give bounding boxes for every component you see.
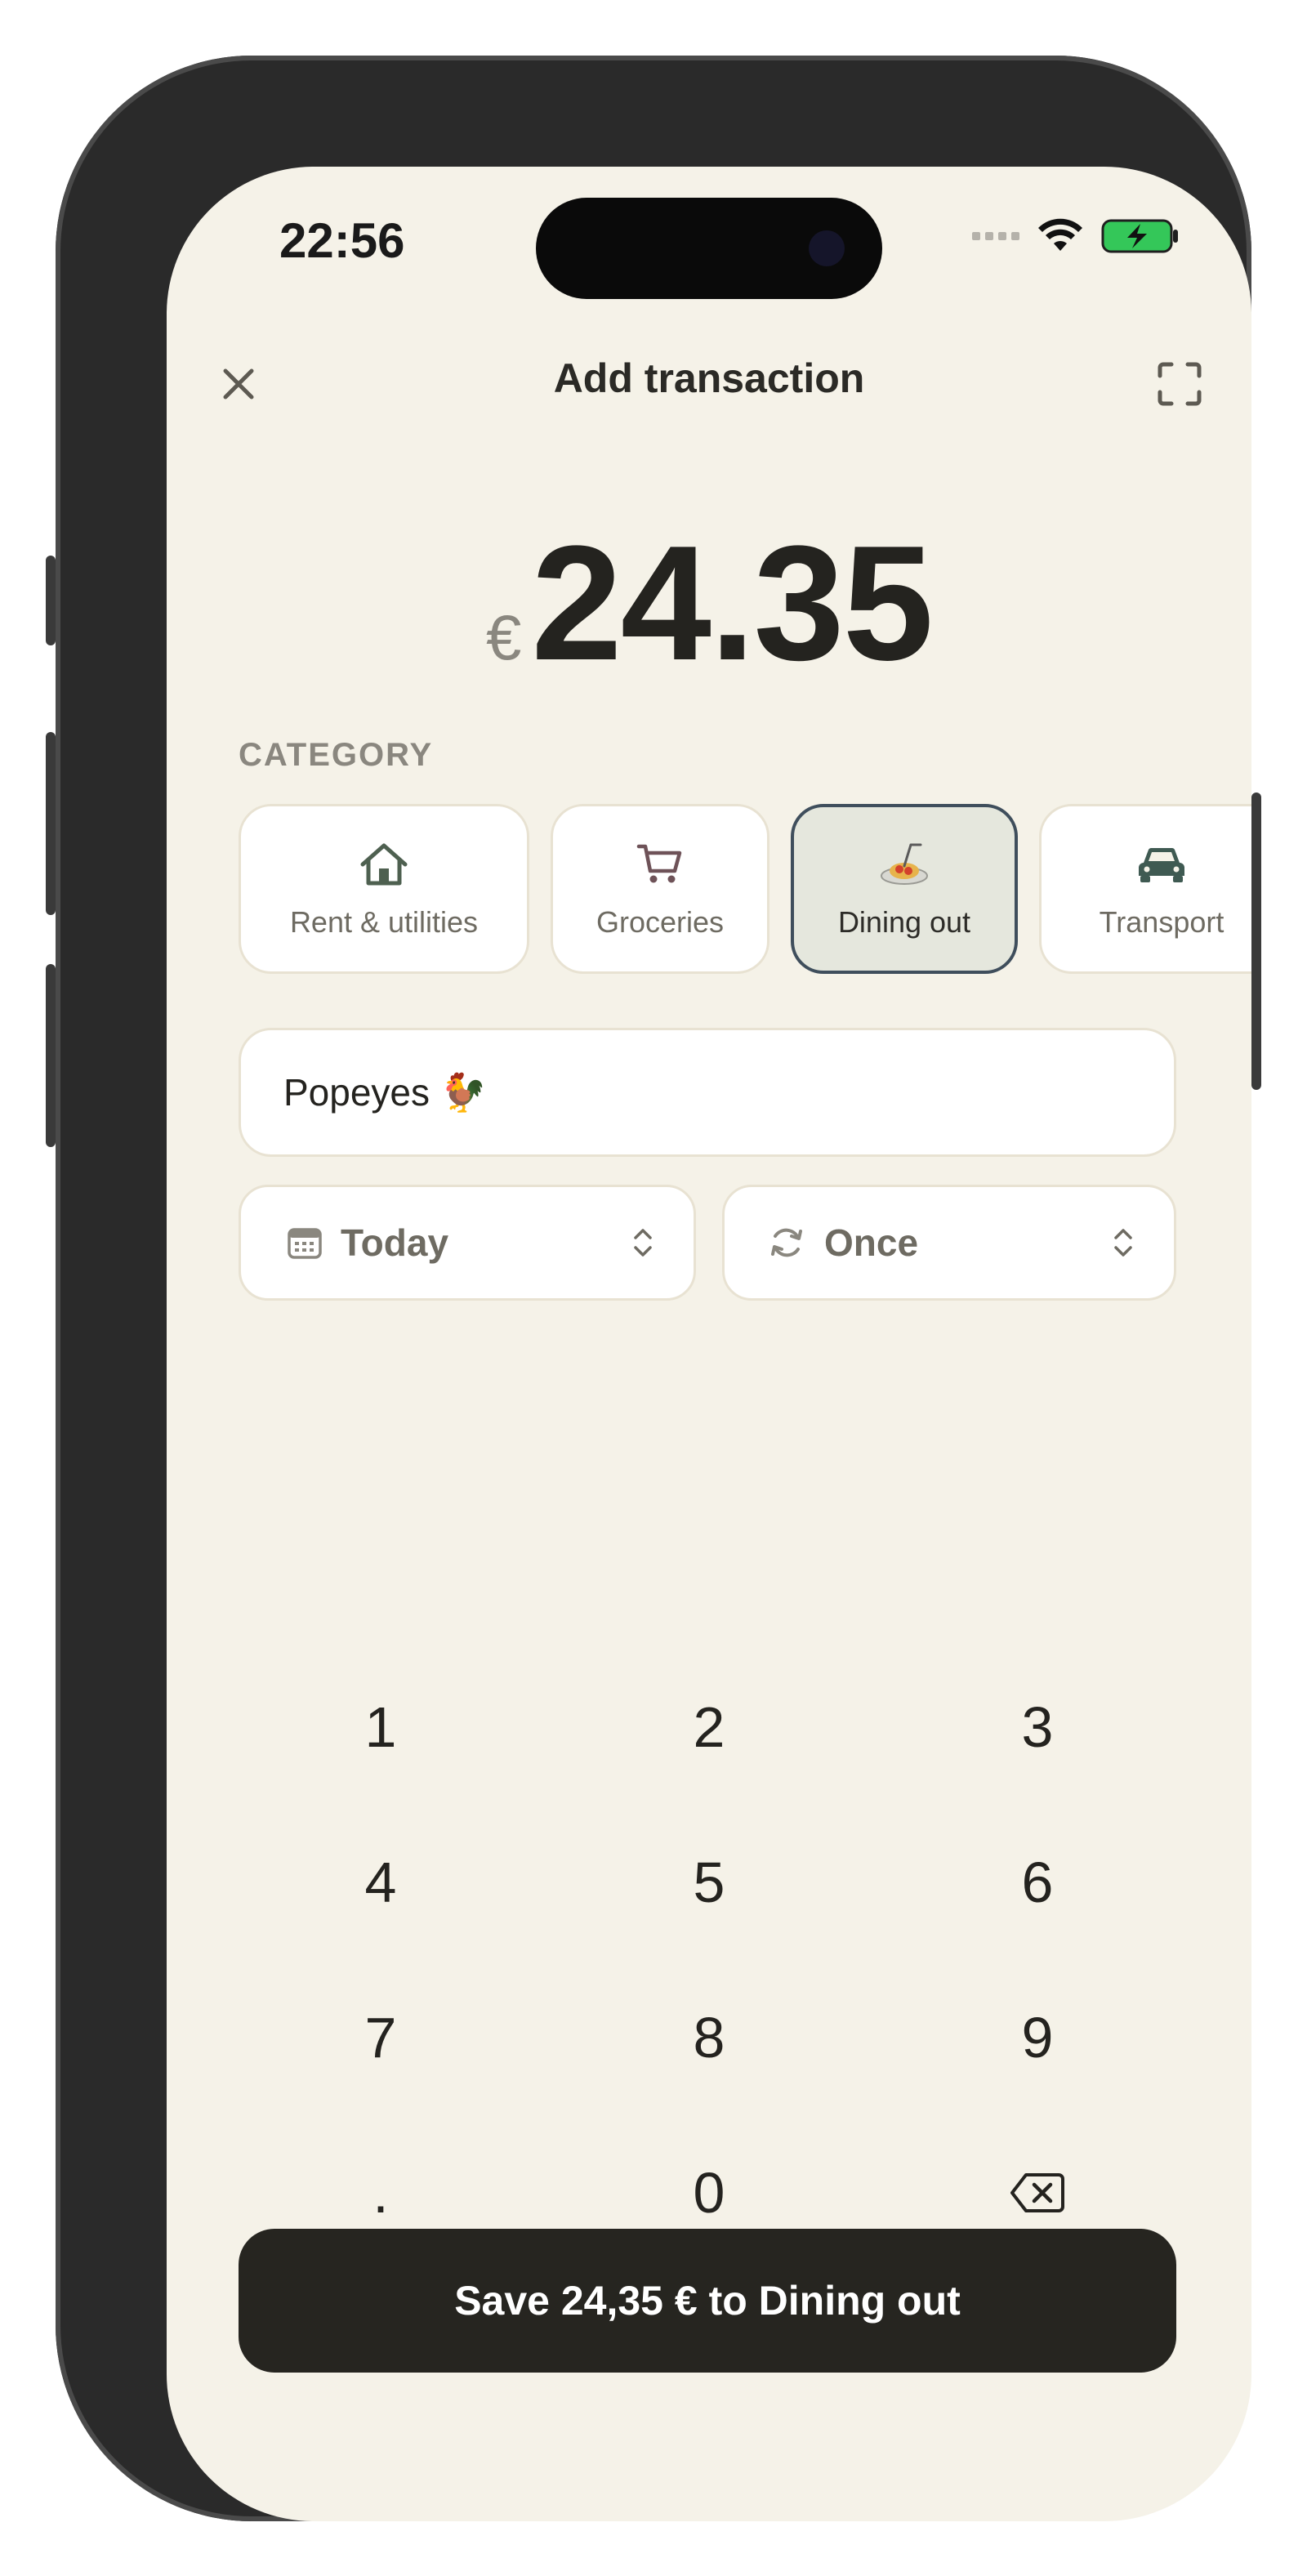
action-button xyxy=(46,556,56,645)
date-selector[interactable]: Today xyxy=(239,1185,696,1301)
expand-icon xyxy=(1158,362,1202,406)
category-list: Rent & utilities Groceries Dining out Tr… xyxy=(239,804,1251,977)
cellular-signal-icon xyxy=(972,232,1019,240)
key-6[interactable]: 6 xyxy=(874,1809,1201,1956)
house-icon xyxy=(358,838,410,891)
currency-symbol: € xyxy=(486,601,522,673)
dynamic-island xyxy=(536,198,882,299)
amount-display: € 24.35 xyxy=(167,510,1251,698)
category-dining-out[interactable]: Dining out xyxy=(791,804,1018,974)
wifi-icon xyxy=(1038,218,1082,251)
key-5[interactable]: 5 xyxy=(546,1809,872,1956)
key-1[interactable]: 1 xyxy=(217,1654,544,1801)
volume-down-button xyxy=(46,964,56,1147)
chevron-up-down-icon xyxy=(634,1229,652,1257)
numeric-keypad: 1 2 3 4 5 6 7 8 9 . 0 xyxy=(167,1654,1251,2278)
volume-up-button xyxy=(46,732,56,915)
camera-icon xyxy=(809,230,845,266)
category-label-text: Dining out xyxy=(837,905,971,939)
repeat-icon xyxy=(771,1228,802,1257)
date-selector-label: Today xyxy=(341,1221,449,1264)
status-time: 22:56 xyxy=(279,213,405,268)
power-button xyxy=(1251,792,1261,1090)
repeat-selector[interactable]: Once xyxy=(722,1185,1176,1301)
category-transport[interactable]: Transport xyxy=(1039,804,1251,974)
car-icon xyxy=(1135,838,1188,891)
backspace-icon xyxy=(1010,2173,1064,2212)
category-label: CATEGORY xyxy=(239,737,434,773)
key-7[interactable]: 7 xyxy=(217,1964,544,2111)
category-groceries[interactable]: Groceries xyxy=(551,804,769,974)
key-4[interactable]: 4 xyxy=(217,1809,544,1956)
transaction-name-field[interactable]: Popeyes 🐓 xyxy=(239,1028,1176,1157)
spaghetti-icon xyxy=(878,838,930,891)
repeat-selector-label: Once xyxy=(824,1221,919,1264)
save-button[interactable]: Save 24,35 € to Dining out xyxy=(239,2229,1176,2373)
category-rent-utilities[interactable]: Rent & utilities xyxy=(239,804,529,974)
key-2[interactable]: 2 xyxy=(546,1654,872,1801)
expand-button[interactable] xyxy=(1147,351,1212,417)
status-icons xyxy=(972,217,1180,255)
page-title: Add transaction xyxy=(553,355,865,401)
key-9[interactable]: 9 xyxy=(874,1964,1201,2111)
category-label-text: Transport xyxy=(1099,905,1224,939)
cart-icon xyxy=(634,838,686,891)
calendar-icon xyxy=(288,1228,322,1259)
key-3[interactable]: 3 xyxy=(874,1654,1201,1801)
phone-frame: 22:56 Add transaction € 24.35 CATEGORY R… xyxy=(56,56,1251,2521)
category-label-text: Groceries xyxy=(596,905,725,939)
chevron-up-down-icon xyxy=(1114,1229,1132,1257)
category-label-text: Rent & utilities xyxy=(289,905,479,939)
battery-charging-icon xyxy=(1101,219,1178,253)
app-screen: 22:56 Add transaction € 24.35 CATEGORY R… xyxy=(167,167,1251,2521)
amount-value: 24.35 xyxy=(531,512,933,694)
key-8[interactable]: 8 xyxy=(546,1964,872,2111)
